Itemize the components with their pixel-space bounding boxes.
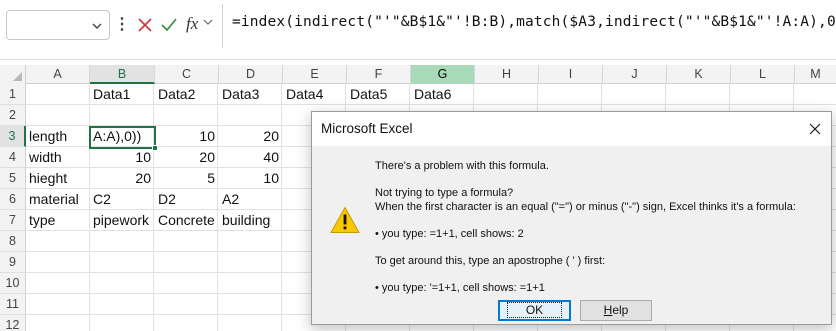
select-all-button[interactable] [0,65,26,84]
cell-c4[interactable]: 20 [155,147,219,168]
help-button[interactable]: Help [580,300,652,321]
row-header-1[interactable]: 1 [0,84,26,105]
cell-d3[interactable]: 20 [219,126,283,147]
row-header-2[interactable]: 2 [0,105,26,126]
cell-c6[interactable]: D2 [155,189,219,210]
cell-a5[interactable]: hieght [26,168,90,189]
cell-b5[interactable]: 20 [90,168,155,189]
column-header-e[interactable]: E [283,65,347,84]
row-header-5[interactable]: 5 [0,168,26,189]
cell-a6[interactable]: material [26,189,90,210]
cell-b7[interactable]: pipework [90,210,155,231]
cell-a4[interactable]: width [26,147,90,168]
dialog-title: Microsoft Excel [321,121,413,136]
formula-bar: ⋮ fx =index(indirect("'"&B$1&"'!B:B),mat… [0,0,836,60]
cell-c1[interactable]: Data2 [155,84,219,105]
row-header-7[interactable]: 7 [0,210,26,231]
active-cell-selection[interactable] [89,126,158,151]
cell-f1[interactable]: Data5 [347,84,411,105]
column-header-k[interactable]: K [667,65,731,84]
column-header-i[interactable]: I [539,65,603,84]
dialog-message-example1: • you type: =1+1, cell shows: 2 [375,228,524,240]
row-header-6[interactable]: 6 [0,189,26,210]
divider [222,4,223,48]
cell-a7[interactable]: type [26,210,90,231]
cell-d7[interactable]: building [219,210,283,231]
dialog-titlebar[interactable]: Microsoft Excel [312,112,831,146]
dialog-body: There's a problem with this formula. Not… [312,146,831,324]
cell-d6[interactable]: A2 [219,189,283,210]
chevron-down-icon[interactable] [203,17,213,27]
row-header-4[interactable]: 4 [0,147,26,168]
cell-c5[interactable]: 5 [155,168,219,189]
dialog-message-problem: There's a problem with this formula. [375,160,549,172]
row-header-3[interactable]: 3 [0,126,26,147]
ok-button[interactable]: OK [498,300,571,321]
column-headers: A B C D E F G H I J K L M [0,65,836,84]
cell-b6[interactable]: C2 [90,189,155,210]
dialog-message-example2: • you type: '=1+1, cell shows: =1+1 [375,282,545,294]
cell-d1[interactable]: Data3 [219,84,283,105]
column-header-d[interactable]: D [219,65,283,84]
column-header-c[interactable]: C [155,65,219,84]
column-header-b[interactable]: B [90,65,155,84]
dialog-message-question: Not trying to type a formula? [375,187,514,199]
row-header-8[interactable]: 8 [0,231,26,252]
row-header-9[interactable]: 9 [0,252,26,273]
row-header-11[interactable]: 11 [0,294,26,315]
cell-c3[interactable]: 10 [155,126,219,147]
warning-icon [330,206,360,233]
cell-d5[interactable]: 10 [219,168,283,189]
cell-e1[interactable]: Data4 [283,84,347,105]
cell-b4[interactable]: 10 [90,147,155,168]
column-header-l[interactable]: L [731,65,795,84]
column-header-a[interactable]: A [26,65,90,84]
fill-handle[interactable] [152,145,158,151]
chevron-down-icon[interactable] [91,20,103,32]
help-button-label: elp [612,303,629,317]
cell-g1[interactable]: Data6 [411,84,475,105]
ok-button-label: OK [506,302,563,318]
name-box[interactable] [6,10,110,40]
cell-d4[interactable]: 40 [219,147,283,168]
row-header-10[interactable]: 10 [0,273,26,294]
dialog-message-workaround: To get around this, type an apostrophe (… [375,255,606,267]
cell-b1[interactable]: Data1 [90,84,155,105]
column-header-m[interactable]: M [795,65,836,84]
error-dialog: Microsoft Excel There's a problem with t… [311,111,832,325]
dialog-message-explanation: When the first character is an equal ("=… [375,201,796,213]
insert-function-button[interactable]: fx [186,14,198,34]
formula-input[interactable]: =index(indirect("'"&B$1&"'!B:B),match($A… [232,14,836,30]
column-header-g[interactable]: G [411,65,475,84]
close-icon[interactable] [807,121,823,137]
enter-check-icon[interactable] [158,14,180,36]
divider [0,59,836,60]
column-header-j[interactable]: J [603,65,667,84]
column-header-f[interactable]: F [347,65,411,84]
cancel-icon[interactable] [134,14,156,36]
cell-c7[interactable]: Concrete [155,210,219,231]
column-header-h[interactable]: H [475,65,539,84]
cell-a3[interactable]: length [26,126,90,147]
row-header-12[interactable]: 12 [0,315,26,331]
